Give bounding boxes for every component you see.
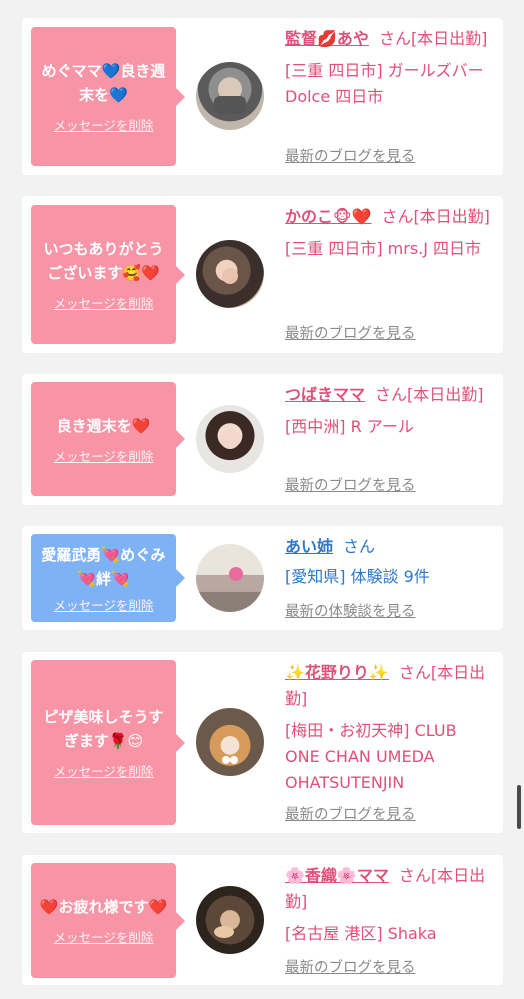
message-card: いつもありがとうございます🥰❤️ メッセージを削除 かのこ🐵❤️ さん[本日出勤]… bbox=[22, 196, 503, 353]
avatar[interactable] bbox=[196, 240, 264, 308]
avatar[interactable] bbox=[196, 544, 264, 612]
poster-location: [梅田・お初天神] CLUB ONE CHAN UMEDA OHATSUTENJ… bbox=[285, 721, 457, 792]
poster-name-link[interactable]: 監督💋あや bbox=[285, 29, 369, 48]
poster-info: ✨花野りり✨ さん[本日出勤] [梅田・お初天神] CLUB ONE CHAN U… bbox=[285, 660, 495, 796]
poster-suffix: さん bbox=[343, 537, 376, 556]
poster-location: [西中洲] R アール bbox=[285, 417, 414, 436]
avatar-photo bbox=[222, 268, 238, 284]
message-text: 良き週末を❤️ bbox=[56, 416, 151, 435]
poster-location: [三重 四日市] ガールズバー Dolce 四日市 bbox=[285, 61, 484, 106]
avatar-photo bbox=[229, 567, 243, 581]
poster-info: かのこ🐵❤️ さん[本日出勤] [三重 四日市] mrs.J 四日市 bbox=[285, 204, 495, 262]
message-bubble: 愛羅武勇💘めぐみ💘絆💘 メッセージを削除 bbox=[31, 534, 185, 622]
poster-info: つばきママ さん[本日出勤] [西中洲] R アール bbox=[285, 382, 495, 440]
poster-line: かのこ🐵❤️ さん[本日出勤] bbox=[285, 204, 495, 230]
poster-info: あい姉 さん [愛知県] 体験談 9件 bbox=[285, 534, 495, 590]
message-text: 愛羅武勇💘めぐみ💘絆💘 bbox=[41, 545, 166, 588]
poster-suffix: さん[本日出勤] bbox=[378, 29, 488, 48]
avatar[interactable] bbox=[196, 405, 264, 473]
poster-info: 監督💋あや さん[本日出勤] [三重 四日市] ガールズバー Dolce 四日市 bbox=[285, 26, 495, 110]
poster-line: 🌸香織🌸ママ さん[本日出勤] bbox=[285, 863, 495, 915]
latest-blog-link[interactable]: 最新のブログを見る bbox=[285, 322, 416, 343]
message-bubble: ❤️お疲れ様です❤️ メッセージを削除 bbox=[31, 863, 185, 978]
poster-line: 監督💋あや さん[本日出勤] bbox=[285, 26, 495, 52]
poster-suffix: さん[本日出勤] bbox=[381, 207, 490, 226]
poster-location: [名古屋 港区] Shaka bbox=[285, 924, 437, 943]
message-card: ピザ美味しそうすぎます🌹😊 メッセージを削除 ✨花野りり✨ さん[本日出勤] [梅… bbox=[22, 652, 503, 833]
avatar-photo bbox=[214, 96, 246, 114]
delete-message-link[interactable]: メッセージを削除 bbox=[54, 595, 154, 614]
message-card: めぐママ💙良き週末を💙 メッセージを削除 監督💋あや さん[本日出勤] [三重 四… bbox=[22, 18, 503, 175]
latest-blog-link[interactable]: 最新のブログを見る bbox=[285, 956, 416, 977]
latest-blog-link[interactable]: 最新のブログを見る bbox=[285, 145, 416, 166]
delete-message-link[interactable]: メッセージを削除 bbox=[54, 446, 154, 465]
poster-location: [愛知県] 体験談 9件 bbox=[285, 567, 430, 586]
avatar[interactable] bbox=[196, 886, 264, 954]
message-card: ❤️お疲れ様です❤️ メッセージを削除 🌸香織🌸ママ さん[本日出勤] [名古屋 … bbox=[22, 855, 503, 985]
poster-name-link[interactable]: かのこ🐵❤️ bbox=[285, 207, 371, 226]
avatar-photo bbox=[220, 429, 240, 449]
poster-info: 🌸香織🌸ママ さん[本日出勤] [名古屋 港区] Shaka bbox=[285, 863, 495, 947]
latest-blog-link[interactable]: 最新のブログを見る bbox=[285, 803, 416, 824]
poster-line: あい姉 さん bbox=[285, 534, 495, 560]
latest-blog-link[interactable]: 最新のブログを見る bbox=[285, 474, 416, 495]
message-text: ❤️お疲れ様です❤️ bbox=[39, 898, 168, 916]
message-bubble: めぐママ💙良き週末を💙 メッセージを削除 bbox=[31, 27, 185, 166]
poster-line: つばきママ さん[本日出勤] bbox=[285, 382, 495, 408]
latest-experience-link[interactable]: 最新の体験談を見る bbox=[285, 600, 416, 621]
poster-line: ✨花野りり✨ さん[本日出勤] bbox=[285, 660, 495, 712]
poster-name-link[interactable]: ✨花野りり✨ bbox=[285, 663, 389, 682]
message-text: ピザ美味しそうすぎます🌹😊 bbox=[43, 708, 164, 750]
message-text: いつもありがとうございます🥰❤️ bbox=[43, 240, 164, 282]
message-text: めぐママ💙良き週末を💙 bbox=[41, 62, 166, 104]
message-card: 良き週末を❤️ メッセージを削除 つばきママ さん[本日出勤] [西中洲] R ア… bbox=[22, 374, 503, 505]
delete-message-link[interactable]: メッセージを削除 bbox=[54, 293, 154, 312]
poster-name-link[interactable]: あい姉 bbox=[285, 537, 333, 556]
avatar[interactable] bbox=[196, 62, 264, 130]
avatar[interactable] bbox=[196, 708, 264, 776]
delete-message-link[interactable]: メッセージを削除 bbox=[54, 927, 154, 946]
avatar-photo bbox=[222, 756, 238, 764]
message-card: 愛羅武勇💘めぐみ💘絆💘 メッセージを削除 あい姉 さん [愛知県] 体験談 9件 … bbox=[22, 526, 503, 630]
poster-location: [三重 四日市] mrs.J 四日市 bbox=[285, 239, 482, 258]
poster-name-link[interactable]: つばきママ bbox=[285, 385, 365, 404]
poster-suffix: さん[本日出勤] bbox=[375, 385, 484, 404]
delete-message-link[interactable]: メッセージを削除 bbox=[54, 115, 154, 134]
scrollbar[interactable] bbox=[517, 785, 521, 829]
poster-name-link[interactable]: 🌸香織🌸ママ bbox=[285, 866, 389, 885]
message-bubble: ピザ美味しそうすぎます🌹😊 メッセージを削除 bbox=[31, 660, 185, 825]
message-bubble: いつもありがとうございます🥰❤️ メッセージを削除 bbox=[31, 205, 185, 344]
avatar-photo bbox=[214, 926, 234, 938]
delete-message-link[interactable]: メッセージを削除 bbox=[54, 761, 154, 780]
message-bubble: 良き週末を❤️ メッセージを削除 bbox=[31, 382, 185, 496]
